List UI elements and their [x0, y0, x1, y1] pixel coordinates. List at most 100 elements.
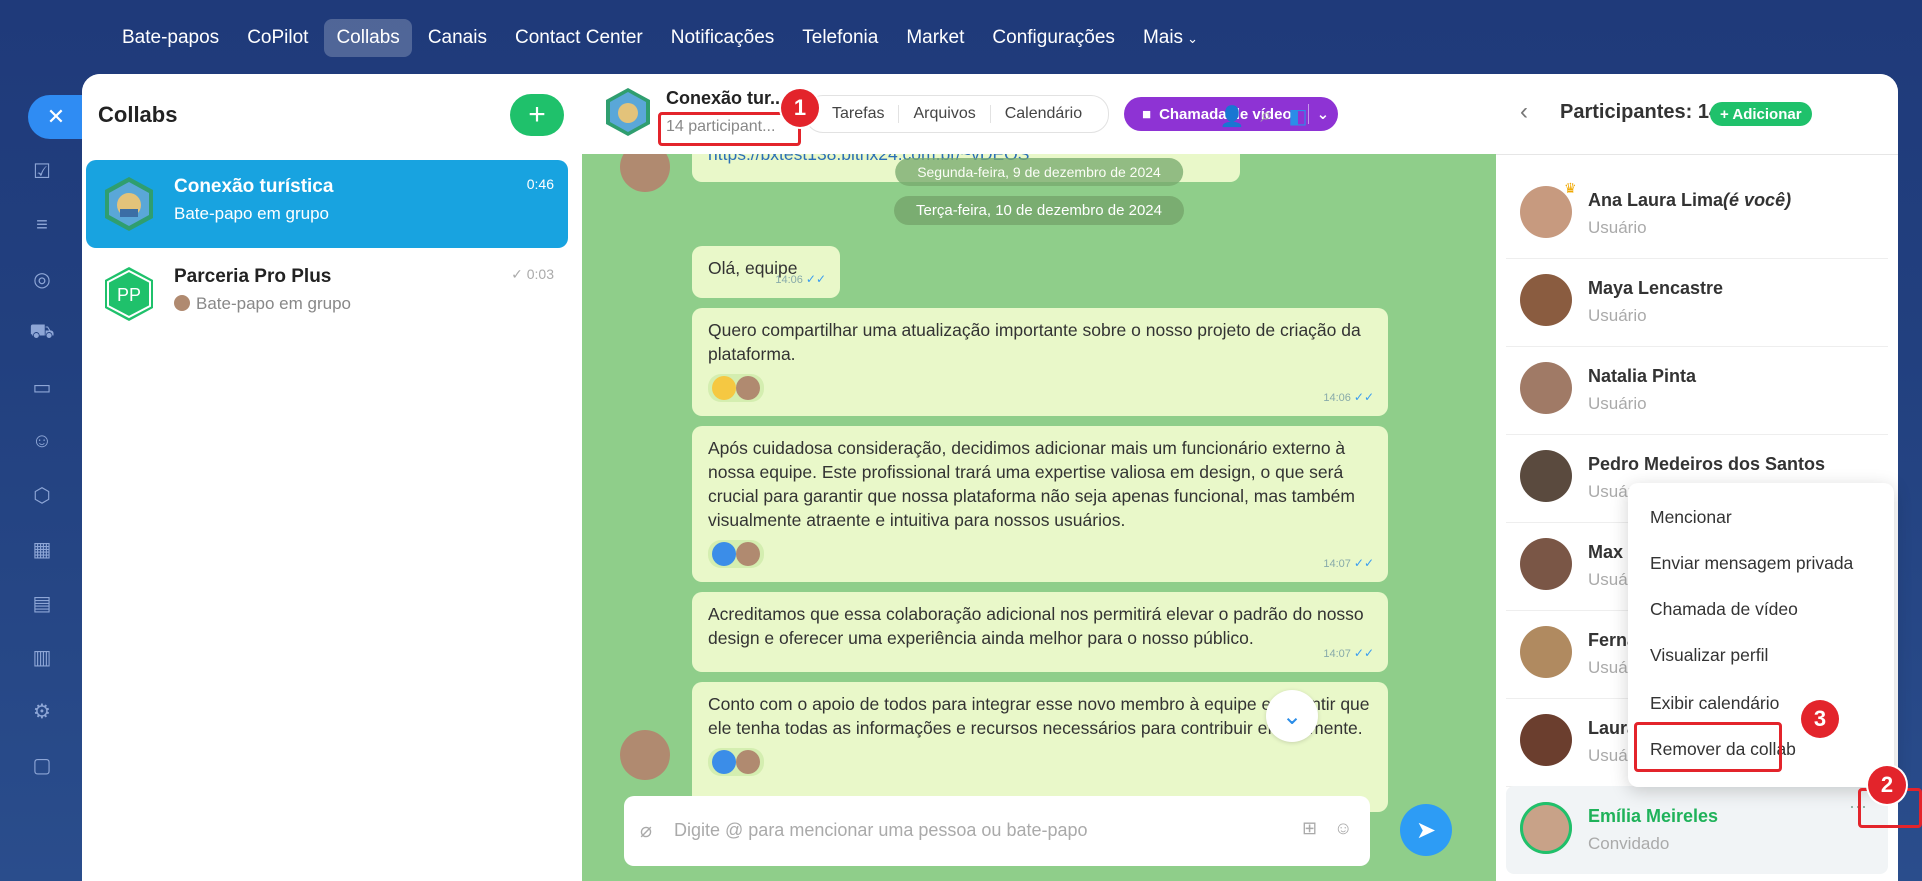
reactions[interactable] [708, 748, 764, 776]
wow-emoji-icon [712, 376, 736, 400]
step-badge-3: 3 [1801, 700, 1839, 738]
menu-item-chamada-video[interactable]: Chamada de vídeo [1650, 599, 1798, 620]
chat-subtitle: Bate-papo em grupo [174, 294, 351, 314]
back-arrow-icon[interactable]: ‹ [1520, 98, 1528, 126]
docs-icon[interactable]: ▢ [28, 751, 56, 779]
close-panel-button[interactable]: ✕ [28, 95, 84, 139]
nav-telefonia[interactable]: Telefonia [790, 19, 890, 57]
double-check-icon: ✓✓ [1353, 556, 1374, 570]
nav-collabs[interactable]: Collabs [324, 19, 412, 57]
list-title: Collabs [98, 102, 178, 127]
participant-row[interactable]: Natalia Pinta Usuário [1506, 346, 1888, 435]
participants-title: Participantes: 14 [1560, 101, 1721, 123]
chat-header: Conexão tur... 14 participant... Tarefas… [582, 74, 1496, 155]
calendar-icon[interactable]: ▤ [28, 589, 56, 617]
video-camera-icon: ■ [1142, 105, 1152, 123]
chat-item-parceria-pro-plus[interactable]: PP Parceria Pro Plus Bate-papo em grupo … [86, 250, 568, 338]
card-icon[interactable]: ▭ [28, 373, 56, 401]
send-button[interactable]: ➤ [1400, 804, 1452, 856]
building-icon[interactable]: ▦ [28, 535, 56, 563]
box-icon[interactable]: ⬡ [28, 481, 56, 509]
nav-configuracoes[interactable]: Configurações [980, 19, 1127, 57]
chat-item-conexao-turistica[interactable]: Conexão turística Bate-papo em grupo 0:4… [86, 160, 568, 248]
add-user-icon[interactable]: 👤 [1220, 104, 1245, 128]
menu-item-visualizar-perfil[interactable]: Visualizar perfil [1650, 645, 1768, 666]
chat-list-panel: Collabs + Conexão turística Bate-papo em… [82, 74, 583, 881]
paperclip-icon[interactable]: ⌀ [640, 818, 652, 843]
message-time: 14:07 ✓✓ [1323, 551, 1374, 576]
message-time-text: 14:06 [775, 274, 803, 286]
avatar [1520, 450, 1572, 502]
participant-role: Usuário [1588, 218, 1647, 237]
message-text: Acreditamos que essa colaboração adicion… [708, 604, 1364, 648]
analytics-icon[interactable]: ▥ [28, 643, 56, 671]
tab-calendario[interactable]: Calendário [991, 105, 1096, 123]
nav-copilot[interactable]: CoPilot [235, 19, 320, 57]
target-icon[interactable]: ◎ [28, 265, 56, 293]
chat-time: 0:46 [526, 176, 554, 192]
chat-title: Conexão turística [174, 176, 334, 197]
tab-tarefas[interactable]: Tarefas [818, 105, 900, 123]
tasks-icon[interactable]: ☑ [28, 157, 56, 185]
participant-name-text: Ana Laura Lima [1588, 190, 1724, 210]
chat-subtitle-text: Bate-papo em grupo [196, 294, 351, 313]
send-icon: ➤ [1415, 816, 1437, 844]
avatar [1520, 802, 1572, 854]
scroll-down-button[interactable]: ⌄ [1266, 690, 1318, 742]
message-bubble: Quero compartilhar uma atualização impor… [692, 308, 1388, 416]
chat-tabs: Tarefas Arquivos Calendário [805, 95, 1110, 133]
menu-item-mencionar[interactable]: Mencionar [1650, 507, 1732, 528]
reactor-avatar [736, 376, 760, 400]
nav-bate-papos[interactable]: Bate-papos [110, 19, 231, 57]
highlight-box-participants [658, 112, 801, 146]
participant-role: Usuá [1588, 746, 1628, 765]
participant-row[interactable]: Maya Lencastre Usuário [1506, 258, 1888, 347]
add-participant-button[interactable]: + Adicionar [1710, 102, 1812, 126]
robot-icon[interactable]: ☺ [28, 427, 56, 455]
date-divider: Terça-feira, 10 de dezembro de 2024 [894, 196, 1184, 225]
participant-name: Pedro Medeiros dos Santos [1588, 454, 1826, 474]
author-avatar [620, 154, 670, 192]
message-input[interactable]: ⌀ Digite @ para mencionar uma pessoa ou … [624, 796, 1370, 866]
reactions[interactable] [708, 540, 764, 568]
chat-avatar[interactable] [602, 86, 654, 138]
message-time-text: 14:06 [1323, 392, 1351, 404]
tab-arquivos[interactable]: Arquivos [899, 105, 991, 123]
nav-notificacoes[interactable]: Notificações [659, 19, 787, 57]
nav-market[interactable]: Market [894, 19, 976, 57]
message-time: 14:06 ✓✓ [775, 267, 826, 292]
top-navigation: Bate-papos CoPilot Collabs Canais Contac… [110, 18, 1210, 58]
nav-mais[interactable]: Mais ⌄ [1131, 19, 1210, 57]
like-emoji-icon [712, 750, 736, 774]
sidebar-toggle-icon[interactable]: ◧ [1286, 104, 1310, 128]
participant-name: Maya Lencastre [1588, 278, 1724, 298]
collab-avatar: PP [105, 267, 153, 321]
participant-row-emilia[interactable]: Emília Meireles Convidado [1506, 786, 1888, 874]
search-icon[interactable]: ⌕ [1254, 104, 1278, 128]
date-divider-old: Segunda-feira, 9 de dezembro de 2024 [895, 158, 1183, 186]
menu-item-mensagem-privada[interactable]: Enviar mensagem privada [1650, 553, 1853, 574]
participant-role: Convidado [1588, 834, 1670, 853]
feed-icon[interactable]: ≡ [28, 211, 56, 239]
nav-contact-center[interactable]: Contact Center [503, 19, 655, 57]
nav-canais[interactable]: Canais [416, 19, 499, 57]
participant-row[interactable]: ♛ Ana Laura Lima(é você) Usuário [1506, 170, 1888, 259]
reactions[interactable] [708, 374, 764, 402]
emoji-icon[interactable]: ☺ [1334, 818, 1352, 839]
apps-icon[interactable]: ⊞ [1302, 818, 1317, 839]
avatar [1520, 626, 1572, 678]
cart-icon[interactable]: ⛟ [28, 319, 56, 347]
author-avatar [620, 730, 670, 780]
chat-header-title[interactable]: Conexão tur... [666, 88, 785, 109]
chevron-down-icon[interactable]: ⌄ [1317, 105, 1330, 123]
chat-time-text: 0:03 [526, 266, 554, 282]
avatar [1520, 362, 1572, 414]
settings-icon[interactable]: ⚙ [28, 697, 56, 725]
message-time-text: 14:07 [1323, 648, 1351, 660]
participant-role: Usuário [1588, 306, 1647, 325]
new-collab-button[interactable]: + [510, 94, 564, 136]
message-text: Quero compartilhar uma atualização impor… [708, 320, 1361, 364]
menu-item-exibir-calendario[interactable]: Exibir calendário [1650, 693, 1779, 714]
chat-title: Parceria Pro Plus [174, 266, 332, 287]
avatar-initials: PP [117, 285, 141, 305]
